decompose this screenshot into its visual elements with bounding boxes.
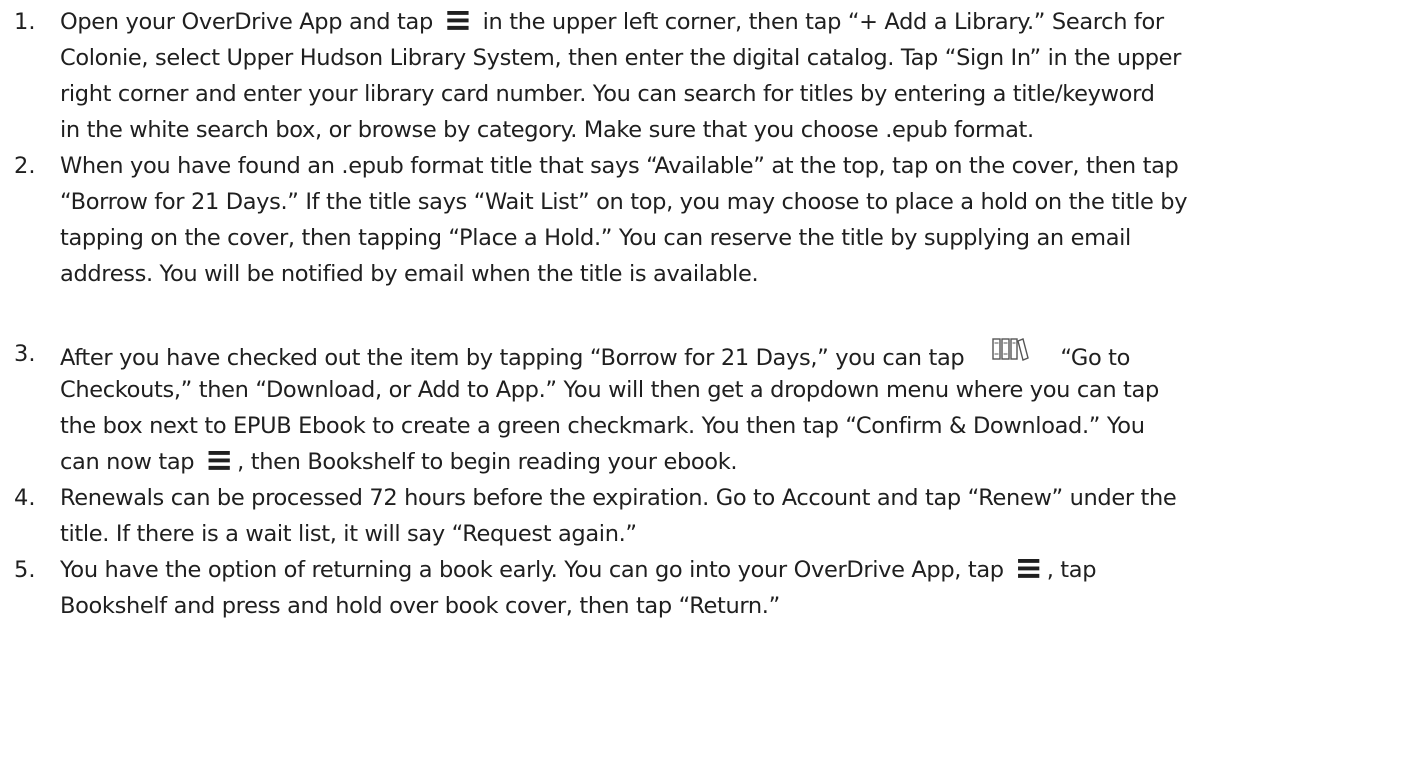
step-3-line-2: Checkouts,” then “Download, or Add to Ap… (60, 377, 1159, 403)
step-1-line-4: in the white search box, or browse by ca… (60, 117, 1034, 143)
step-1-line-3: right corner and enter your library card… (60, 81, 1155, 107)
menu-icon: ≡ (205, 440, 234, 480)
step-number: 3. (14, 341, 36, 367)
text-run: can now tap (60, 449, 201, 475)
text-run: , then Bookshelf to begin reading your e… (237, 449, 738, 475)
step-2-line-4: address. You will be notified by email w… (60, 261, 759, 287)
step-1-line-2: Colonie, select Upper Hudson Library Sys… (60, 45, 1182, 71)
step-number: 4. (14, 485, 36, 511)
bookshelf-icon (992, 336, 1030, 372)
menu-icon: ≡ (443, 0, 472, 40)
step-number: 2. (14, 153, 36, 179)
step-2-line-1: When you have found an .epub format titl… (60, 153, 1179, 179)
step-2-line-2: “Borrow for 21 Days.” If the title says … (60, 189, 1188, 215)
text-run: “Go to (1060, 345, 1131, 371)
text-run: in the upper left corner, then tap “+ Ad… (475, 9, 1165, 35)
text-run: After you have checked out the item by t… (60, 345, 965, 371)
step-3-line-3: the box next to EPUB Ebook to create a g… (60, 413, 1145, 439)
step-1-line-1: Open your OverDrive App and tap ≡ in the… (60, 0, 1165, 40)
step-3-line-1: After you have checked out the item by t… (60, 336, 1130, 372)
step-number: 1. (14, 9, 36, 35)
step-5-line-2: Bookshelf and press and hold over book c… (60, 593, 780, 619)
text-run: , tap (1046, 557, 1097, 583)
text-run: You have the option of returning a book … (60, 557, 1011, 583)
step-5-line-1: You have the option of returning a book … (60, 548, 1097, 588)
step-number: 5. (14, 557, 36, 583)
menu-icon: ≡ (1014, 548, 1043, 588)
step-4-line-1: Renewals can be processed 72 hours befor… (60, 485, 1177, 511)
step-2-line-3: tapping on the cover, then tapping “Plac… (60, 225, 1131, 251)
text-run: Open your OverDrive App and tap (60, 9, 440, 35)
instructions-document: 1. Open your OverDrive App and tap ≡ in … (0, 0, 1405, 767)
step-4-line-2: title. If there is a wait list, it will … (60, 521, 637, 547)
step-3-line-4: can now tap ≡, then Bookshelf to begin r… (60, 440, 738, 480)
